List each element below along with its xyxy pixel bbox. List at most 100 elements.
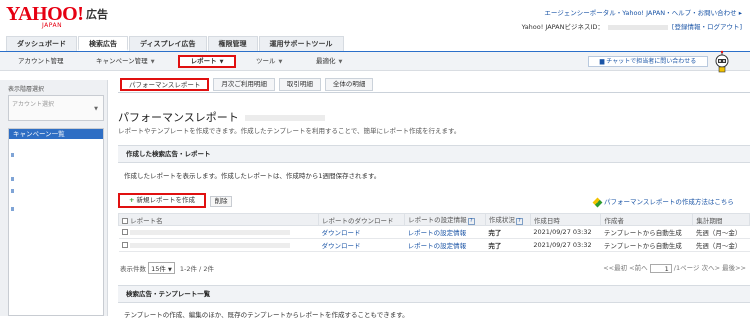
header-links[interactable]: エージェンシーポータル・Yahoo! JAPAN・ヘルプ・お問い合わせ ▸	[544, 7, 742, 17]
report-name-redacted	[129, 229, 290, 235]
user-id-redacted	[607, 24, 668, 30]
report-name-redacted	[129, 242, 290, 248]
col-report-name: レポート名	[118, 213, 319, 226]
cell-report-name	[118, 225, 319, 239]
chevron-down-icon: ▼	[278, 59, 283, 65]
page-title: パフォーマンスレポート	[118, 109, 325, 125]
creator-cell: テンプレートから自動生成	[600, 225, 693, 239]
new-report-label: 新規レポートを作成	[136, 196, 195, 204]
tab-monthly-statement[interactable]: 月次ご利用明細	[213, 78, 275, 91]
date-cell: 2021/09/27 03:32	[530, 238, 601, 252]
menu-account-label: アカウント管理	[18, 57, 64, 65]
new-report-button[interactable]: + 新規レポートを作成	[118, 193, 206, 208]
plus-icon: +	[129, 196, 135, 204]
row-checkbox[interactable]	[121, 242, 128, 248]
menu-report[interactable]: レポート ▼	[178, 55, 236, 68]
settings-link[interactable]: レポートの設定情報	[404, 238, 486, 252]
chevron-down-icon: ▼	[338, 59, 343, 65]
tab-display-ads[interactable]: ディスプレイ広告	[129, 36, 207, 51]
menu-tools-label: ツール	[256, 57, 276, 65]
section-header-template-list: 検索広告・テンプレート一覧	[118, 285, 750, 303]
creator-cell: テンプレートから自動生成	[600, 238, 693, 252]
pagination: 表示件数 15件 ▼ 1-2件 / 2件 <<最初 <前へ 1 /1ページ 次へ…	[118, 260, 750, 274]
page-size-label: 表示件数	[120, 265, 146, 273]
table-row: ダウンロード レポートの設定情報 完了 2021/09/27 03:32 テンプ…	[118, 225, 750, 239]
col-settings: レポートの設定情報?	[404, 213, 486, 226]
select-all-checkbox[interactable]	[122, 217, 128, 224]
last-page-link[interactable]: 最後>>	[722, 264, 746, 272]
yahoo-logo[interactable]: YAHOO! 広告 JAPAN	[6, 4, 118, 30]
col-status: 作成状況?	[484, 213, 531, 226]
menu-campaign-management[interactable]: キャンペーン管理 ▼	[96, 56, 155, 67]
download-link[interactable]: ダウンロード	[318, 225, 405, 239]
tree-node[interactable]	[11, 177, 14, 181]
chevron-down-icon: ▼	[167, 267, 172, 273]
tab-support-tools[interactable]: 運用サポートツール	[258, 36, 344, 51]
settings-link[interactable]: レポートの設定情報	[404, 225, 486, 239]
col-label: レポート名	[130, 216, 163, 225]
user-info: Yahoo! JAPANビジネスID： [登録情報・ログアウト]	[522, 21, 742, 31]
section-description: テンプレートの作成、編集のほか、既存のテンプレートからレポートを作成することもで…	[124, 311, 409, 319]
delete-button[interactable]: 削除	[210, 196, 232, 207]
report-tabs: パフォーマンスレポート 月次ご利用明細 取引明細 全体の明細	[120, 78, 377, 91]
section-header-created-reports: 作成した検索広告・レポート	[118, 145, 750, 163]
account-name-redacted	[244, 115, 325, 121]
table-header-row: レポート名 レポートのダウンロード レポートの設定情報? 作成状況? 作成日時 …	[118, 213, 750, 226]
tree-node[interactable]	[11, 153, 14, 157]
howto-link[interactable]: パフォーマンスレポートの作成方法はこちら	[592, 196, 734, 207]
table-row: ダウンロード レポートの設定情報 完了 2021/09/27 03:32 テンプ…	[118, 238, 750, 252]
status-cell: 完了	[485, 225, 531, 239]
sub-menu: アカウント管理 キャンペーン管理 ▼ レポート ▼ ツール ▼ 最適化 ▼ ▆ チャット…	[0, 50, 750, 73]
help-icon[interactable]: ?	[467, 218, 475, 225]
tab-search-ads[interactable]: 検索広告	[78, 36, 128, 51]
help-icon[interactable]: ?	[515, 218, 523, 225]
account-links[interactable]: [登録情報・ログアウト]	[672, 23, 742, 31]
status-cell: 完了	[485, 238, 531, 252]
account-select[interactable]: アカウント選択 ▼	[8, 95, 104, 121]
account-select-placeholder: アカウント選択	[12, 101, 55, 108]
campaign-list-item[interactable]: キャンペーン一覧	[9, 129, 103, 139]
tab-transactions[interactable]: 取引明細	[278, 78, 321, 91]
page-size-value: 15件	[151, 265, 166, 273]
menu-report-label: レポート	[190, 57, 217, 65]
col-download: レポートのダウンロード	[317, 213, 406, 226]
section-description: 作成したレポートを表示します。作成したレポートは、作成時から1週間保存されます。	[124, 172, 381, 180]
chevron-down-icon: ▼	[150, 59, 155, 65]
tree-node[interactable]	[11, 207, 14, 211]
campaign-tree: キャンペーン一覧	[8, 128, 104, 316]
row-checkbox[interactable]	[121, 229, 128, 235]
total-pages: /1ページ	[673, 264, 700, 272]
menu-tools[interactable]: ツール ▼	[256, 56, 282, 67]
tab-all-statements[interactable]: 全体の明細	[324, 78, 374, 91]
page-number-input[interactable]: 1	[649, 263, 672, 273]
menu-optimize[interactable]: 最適化 ▼	[316, 56, 342, 67]
chevron-down-icon: ▼	[94, 106, 98, 112]
support-robot-icon	[715, 50, 729, 73]
page-nav: <<最初 <前へ 1 /1ページ 次へ> 最後>>	[603, 262, 746, 273]
main-tabs: ダッシュボード 検索広告 ディスプレイ広告 権限管理 運用サポートツール	[6, 36, 345, 51]
report-table: レポート名 レポートのダウンロード レポートの設定情報? 作成状況? 作成日時 …	[118, 213, 750, 252]
prev-page-link[interactable]: <前へ	[629, 264, 647, 272]
col-period: 集計期間	[692, 213, 750, 226]
tab-permissions[interactable]: 権限管理	[207, 36, 258, 51]
col-date: 作成日時	[529, 213, 602, 226]
tree-node[interactable]	[11, 189, 14, 193]
beginner-mark-icon	[592, 197, 603, 207]
page-title-text: パフォーマンスレポート	[118, 111, 239, 124]
logo-sub: JAPAN	[42, 22, 63, 29]
date-cell: 2021/09/27 03:32	[530, 225, 601, 239]
first-page-link[interactable]: <<最初	[603, 264, 627, 272]
logo-product: 広告	[86, 8, 108, 21]
tab-performance-report[interactable]: パフォーマンスレポート	[120, 78, 210, 91]
page-size-select[interactable]: 15件 ▼	[148, 262, 175, 274]
page-range: 1-2件 / 2件	[179, 265, 214, 273]
menu-account-management[interactable]: アカウント管理	[18, 56, 64, 67]
tab-dashboard[interactable]: ダッシュボード	[6, 36, 77, 51]
next-page-link[interactable]: 次へ>	[702, 264, 720, 272]
chat-contact-button[interactable]: ▆ チャットで担当者に問い合わせる	[588, 56, 708, 67]
chevron-down-icon: ▼	[219, 59, 224, 65]
col-label: レポートの設定情報	[408, 216, 467, 224]
hierarchy-label: 表示階層選択	[8, 86, 45, 93]
tab-divider	[118, 92, 750, 93]
download-link[interactable]: ダウンロード	[318, 238, 405, 252]
